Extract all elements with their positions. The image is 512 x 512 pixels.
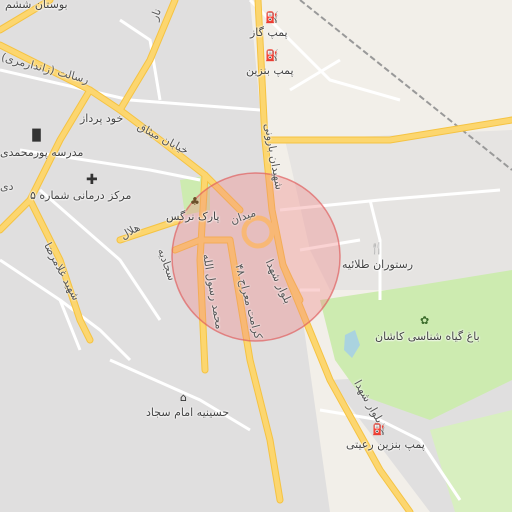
label-khod-pardaz: خود پرداز xyxy=(80,112,124,125)
poi-label: حسینیه امام سجاد xyxy=(146,406,230,419)
tree-icon: ♣ xyxy=(190,195,200,208)
poi-label: پمپ بنزین رعیتی xyxy=(346,438,425,451)
restaurant-icon: 🍴 xyxy=(370,242,384,255)
poi-label: پمپ بنزین xyxy=(246,64,294,77)
poi-label: مدرسه پورمحمدی xyxy=(0,146,84,159)
poi-label: پارک نرگس xyxy=(166,210,220,223)
road-label-de: دی xyxy=(0,180,14,193)
poi-label: رستوران طلائیه xyxy=(342,258,414,271)
place-of-worship-icon: ⌂ xyxy=(180,391,187,404)
poi-label: باغ گیاه شناسی کاشان xyxy=(375,330,480,343)
garden-icon: ✿ xyxy=(420,314,430,327)
map-view[interactable]: رسالت (زاندارمری) خیابان میثاق شهید غلام… xyxy=(0,0,512,512)
fuel-pump-icon: ⛽ xyxy=(372,423,386,436)
label-bostan: بوستان ششم xyxy=(5,0,68,11)
school-icon: ▐▌ xyxy=(28,129,45,142)
fuel-pump-icon: ⛽ xyxy=(265,49,279,62)
poi-label: مرکز درمانی شماره ۵ xyxy=(30,189,132,202)
fuel-pump-icon: ⛽ xyxy=(265,11,279,24)
medical-cross-icon: ✚ xyxy=(86,172,98,188)
poi-label: پمپ گاز xyxy=(250,26,288,39)
